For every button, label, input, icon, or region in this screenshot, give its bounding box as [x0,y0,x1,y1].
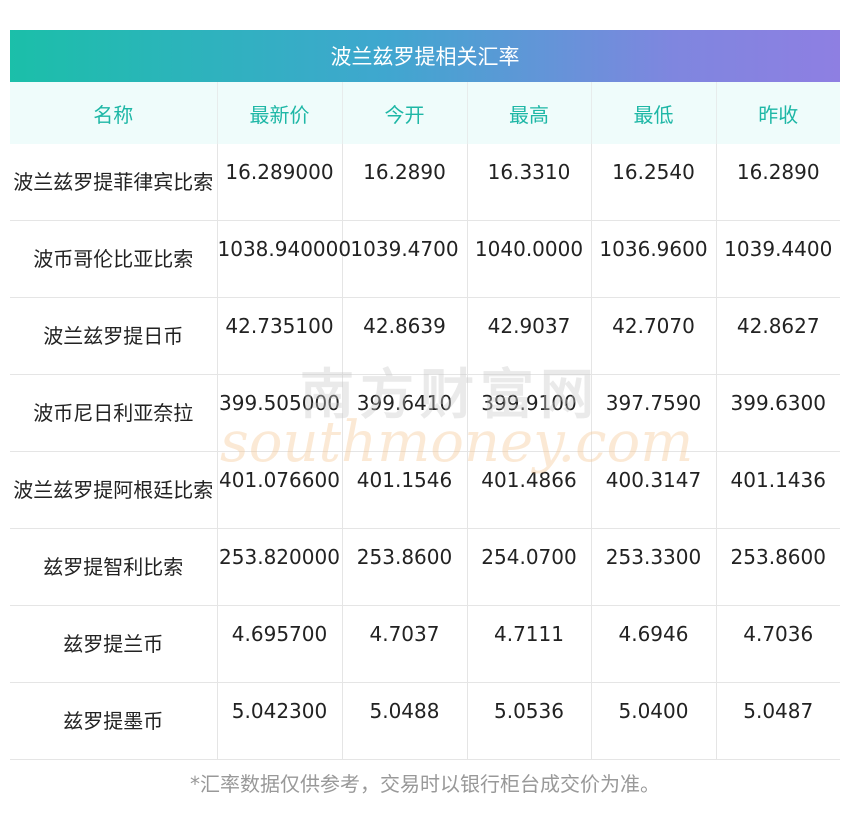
table-header-row: 名称 最新价 今开 最高 最低 昨收 [10,82,840,144]
table-title: 波兰兹罗提相关汇率 [10,30,840,82]
prev-close-value: 42.8627 [715,297,840,375]
low-value: 1036.9600 [590,220,716,298]
latest-value: 4.695700 [216,605,342,683]
currency-pair-name: 兹罗提兰币 [10,605,217,683]
latest-value: 42.735100 [216,297,342,375]
low-value: 400.3147 [590,451,716,529]
header-open: 今开 [341,82,467,144]
table-row: 兹罗提兰币 4.695700 4.7037 4.7111 4.6946 4.70… [10,605,840,683]
low-value: 4.6946 [590,605,716,683]
currency-pair-name: 波币尼日利亚奈拉 [10,374,217,452]
header-high: 最高 [466,82,591,144]
prev-close-value: 4.7036 [715,605,840,683]
currency-pair-name: 波兰兹罗提日币 [10,297,217,375]
high-value: 254.0700 [466,528,591,606]
open-value: 42.8639 [341,297,467,375]
header-prev-close: 昨收 [715,82,840,144]
table-row: 波币哥伦比亚比索 1038.940000 1039.4700 1040.0000… [10,220,840,298]
latest-value: 401.076600 [216,451,342,529]
open-value: 4.7037 [341,605,467,683]
currency-pair-name: 波币哥伦比亚比索 [10,220,217,298]
table-row: 波兰兹罗提日币 42.735100 42.8639 42.9037 42.707… [10,297,840,375]
prev-close-value: 5.0487 [715,682,840,760]
table-row: 兹罗提墨币 5.042300 5.0488 5.0536 5.0400 5.04… [10,682,840,760]
disclaimer-footnote: *汇率数据仅供参考，交易时以银行柜台成交价为准。 [190,772,660,796]
header-low: 最低 [590,82,716,144]
latest-value: 399.505000 [216,374,342,452]
high-value: 5.0536 [466,682,591,760]
high-value: 16.3310 [466,144,591,221]
low-value: 42.7070 [590,297,716,375]
table-row: 波兰兹罗提阿根廷比索 401.076600 401.1546 401.4866 … [10,451,840,529]
low-value: 253.3300 [590,528,716,606]
prev-close-value: 401.1436 [715,451,840,529]
currency-pair-name: 波兰兹罗提菲律宾比索 [10,144,217,221]
currency-pair-name: 兹罗提智利比索 [10,528,217,606]
prev-close-value: 16.2890 [715,144,840,221]
open-value: 399.6410 [341,374,467,452]
currency-pair-name: 兹罗提墨币 [10,682,217,760]
low-value: 16.2540 [590,144,716,221]
open-value: 16.2890 [341,144,467,221]
currency-pair-name: 波兰兹罗提阿根廷比索 [10,451,217,529]
latest-value: 1038.940000 [216,220,351,298]
high-value: 1040.0000 [466,220,591,298]
table-row: 波币尼日利亚奈拉 399.505000 399.6410 399.9100 39… [10,374,840,452]
prev-close-value: 253.8600 [715,528,840,606]
open-value: 1039.4700 [341,220,467,298]
high-value: 399.9100 [466,374,591,452]
open-value: 253.8600 [341,528,467,606]
header-name: 名称 [10,82,217,144]
prev-close-value: 399.6300 [715,374,840,452]
exchange-rate-table: 名称 最新价 今开 最高 最低 昨收 波兰兹罗提菲律宾比索 16.289000 … [10,82,840,760]
latest-value: 253.820000 [216,528,342,606]
open-value: 401.1546 [341,451,467,529]
low-value: 397.7590 [590,374,716,452]
table-row: 兹罗提智利比索 253.820000 253.8600 254.0700 253… [10,528,840,606]
table-row: 波兰兹罗提菲律宾比索 16.289000 16.2890 16.3310 16.… [10,144,840,221]
open-value: 5.0488 [341,682,467,760]
latest-value: 16.289000 [216,144,342,221]
header-latest: 最新价 [216,82,342,144]
high-value: 42.9037 [466,297,591,375]
high-value: 4.7111 [466,605,591,683]
high-value: 401.4866 [466,451,591,529]
low-value: 5.0400 [590,682,716,760]
latest-value: 5.042300 [216,682,342,760]
prev-close-value: 1039.4400 [715,220,840,298]
